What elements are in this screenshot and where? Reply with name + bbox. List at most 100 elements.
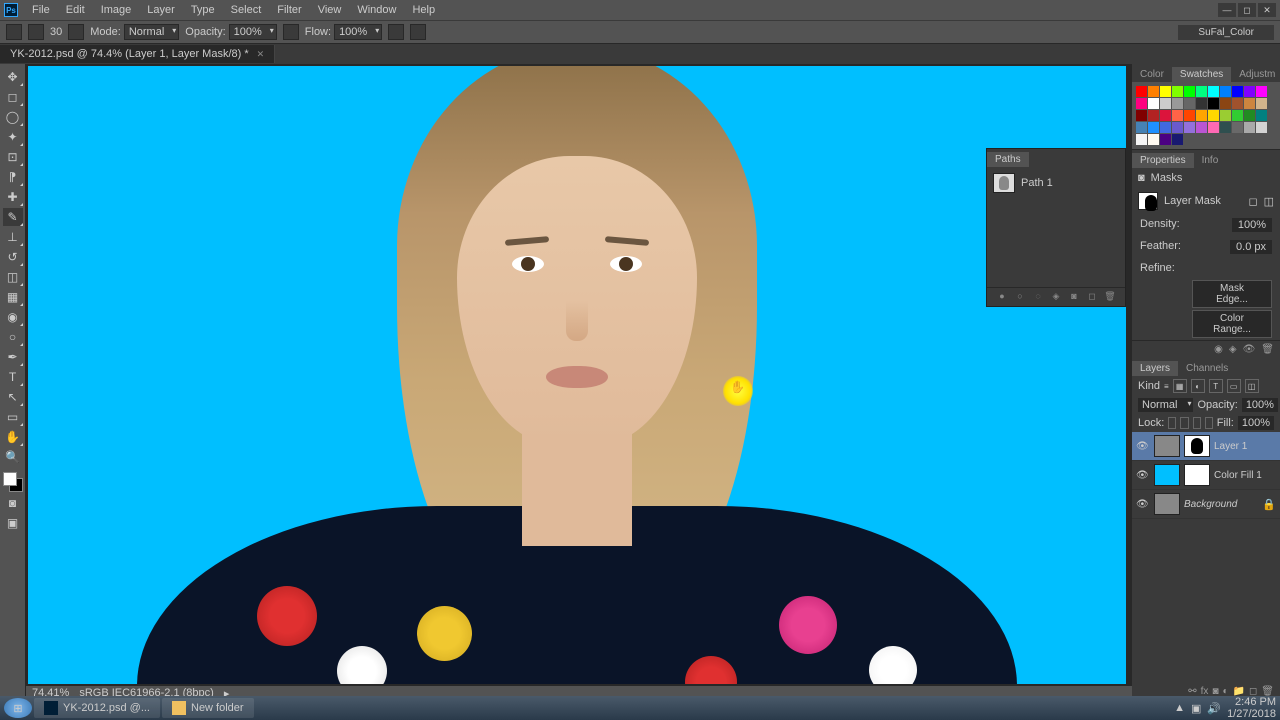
eyedropper-tool[interactable]: ⁋ <box>3 168 23 186</box>
fill-path-icon[interactable]: ● <box>996 291 1008 303</box>
path-name[interactable]: Path 1 <box>1021 177 1053 189</box>
blend-mode-dropdown[interactable]: Normal <box>124 24 179 40</box>
layer-name[interactable]: Layer 1 <box>1214 441 1247 452</box>
type-tool[interactable]: T <box>3 368 23 386</box>
path-to-selection-icon[interactable]: ◌ <box>1032 291 1044 303</box>
tab-paths[interactable]: Paths <box>987 152 1029 167</box>
menu-window[interactable]: Window <box>351 2 402 18</box>
path-thumbnail[interactable] <box>993 173 1015 193</box>
menu-layer[interactable]: Layer <box>141 2 181 18</box>
tab-swatches[interactable]: Swatches <box>1172 67 1231 82</box>
density-value[interactable]: 100% <box>1232 218 1272 232</box>
swatch[interactable] <box>1244 110 1255 121</box>
swatch[interactable] <box>1256 98 1267 109</box>
visibility-icon[interactable]: 👁 <box>1136 470 1150 481</box>
visibility-icon[interactable]: 👁 <box>1136 499 1150 510</box>
color-swatches[interactable] <box>3 472 23 492</box>
canvas[interactable] <box>28 66 1126 684</box>
swatch[interactable] <box>1136 98 1147 109</box>
menu-select[interactable]: Select <box>225 2 268 18</box>
tab-color[interactable]: Color <box>1132 67 1172 82</box>
swatch[interactable] <box>1196 86 1207 97</box>
selection-to-path-icon[interactable]: ◈ <box>1050 291 1062 303</box>
opacity-dropdown[interactable]: 100% <box>229 24 277 40</box>
mask-thumbnail[interactable] <box>1138 192 1158 210</box>
system-tray[interactable]: ▲ ▣ 🔊 2:46 PM 1/27/2018 <box>1174 696 1276 720</box>
fill-value[interactable]: 100% <box>1238 416 1274 430</box>
swatch[interactable] <box>1244 122 1255 133</box>
swatch[interactable] <box>1208 110 1219 121</box>
heal-tool[interactable]: ✚ <box>3 188 23 206</box>
tab-info[interactable]: Info <box>1194 153 1227 168</box>
wand-tool[interactable]: ✦ <box>3 128 23 146</box>
swatch[interactable] <box>1160 98 1171 109</box>
brush-preset-picker[interactable] <box>28 24 44 40</box>
lock-position-icon[interactable] <box>1193 417 1201 429</box>
swatch[interactable] <box>1184 86 1195 97</box>
mask-edge-button[interactable]: Mask Edge... <box>1192 280 1272 308</box>
layer-name[interactable]: Color Fill 1 <box>1214 470 1262 481</box>
filter-type-icon[interactable]: T <box>1209 379 1223 393</box>
layer-row[interactable]: 👁 Color Fill 1 <box>1132 461 1280 490</box>
swatch[interactable] <box>1244 98 1255 109</box>
maximize-button[interactable]: ◻ <box>1238 3 1256 17</box>
tray-volume-icon[interactable]: 🔊 <box>1207 702 1221 715</box>
brush-size-display[interactable]: 30 <box>50 26 62 38</box>
swatch[interactable] <box>1136 86 1147 97</box>
brush-tool[interactable]: ✎ <box>3 208 23 226</box>
path-item[interactable]: Path 1 <box>991 171 1121 195</box>
swatch[interactable] <box>1148 122 1159 133</box>
swatch[interactable] <box>1172 110 1183 121</box>
brush-panel-toggle[interactable] <box>68 24 84 40</box>
lock-transparency-icon[interactable] <box>1168 417 1176 429</box>
swatch[interactable] <box>1136 110 1147 121</box>
swatch[interactable] <box>1184 110 1195 121</box>
visibility-icon[interactable]: 👁 <box>1136 441 1150 452</box>
swatch[interactable] <box>1232 110 1243 121</box>
airbrush-icon[interactable] <box>388 24 404 40</box>
stamp-tool[interactable]: ⊥ <box>3 228 23 246</box>
add-mask-path-icon[interactable]: ◙ <box>1068 291 1080 303</box>
swatch[interactable] <box>1256 122 1267 133</box>
swatch[interactable] <box>1256 110 1267 121</box>
start-button[interactable]: ⊞ <box>4 698 32 718</box>
mask-thumbnail[interactable] <box>1184 464 1210 486</box>
swatch[interactable] <box>1184 98 1195 109</box>
filter-pixel-icon[interactable]: ▦ <box>1173 379 1187 393</box>
lock-all-icon[interactable] <box>1205 417 1213 429</box>
menu-view[interactable]: View <box>312 2 348 18</box>
menu-filter[interactable]: Filter <box>271 2 307 18</box>
gradient-tool[interactable]: ▦ <box>3 288 23 306</box>
pressure-size-icon[interactable] <box>410 24 426 40</box>
tab-channels[interactable]: Channels <box>1178 361 1236 376</box>
shape-tool[interactable]: ▭ <box>3 408 23 426</box>
tray-network-icon[interactable]: ▣ <box>1191 702 1201 715</box>
filter-smart-icon[interactable]: ◫ <box>1245 379 1259 393</box>
color-range-button[interactable]: Color Range... <box>1192 310 1272 338</box>
swatch[interactable] <box>1148 98 1159 109</box>
tab-layers[interactable]: Layers <box>1132 361 1178 376</box>
swatch[interactable] <box>1220 98 1231 109</box>
pen-tool[interactable]: ✒ <box>3 348 23 366</box>
close-button[interactable]: ✕ <box>1258 3 1276 17</box>
swatch[interactable] <box>1220 110 1231 121</box>
swatch[interactable] <box>1136 134 1147 145</box>
pressure-opacity-icon[interactable] <box>283 24 299 40</box>
layer-blend-dropdown[interactable]: Normal <box>1138 398 1193 412</box>
filter-shape-icon[interactable]: ▭ <box>1227 379 1241 393</box>
move-tool[interactable]: ✥ <box>3 68 23 86</box>
minimize-button[interactable]: — <box>1218 3 1236 17</box>
swatch[interactable] <box>1148 86 1159 97</box>
swatch[interactable] <box>1220 122 1231 133</box>
document-tab[interactable]: YK-2012.psd @ 74.4% (Layer 1, Layer Mask… <box>0 45 275 63</box>
pixel-mask-icon[interactable]: ◻ <box>1248 195 1257 208</box>
tab-properties[interactable]: Properties <box>1132 153 1194 168</box>
swatch[interactable] <box>1172 122 1183 133</box>
zoom-tool[interactable]: 🔍 <box>3 448 23 466</box>
mask-from-selection-icon[interactable]: ◉ <box>1214 344 1223 355</box>
swatch[interactable] <box>1232 98 1243 109</box>
clock-time[interactable]: 2:46 PM <box>1227 696 1276 708</box>
quickmask-toggle[interactable]: ◙ <box>3 494 23 512</box>
new-path-icon[interactable]: ◻ <box>1086 291 1098 303</box>
swatch[interactable] <box>1148 134 1159 145</box>
